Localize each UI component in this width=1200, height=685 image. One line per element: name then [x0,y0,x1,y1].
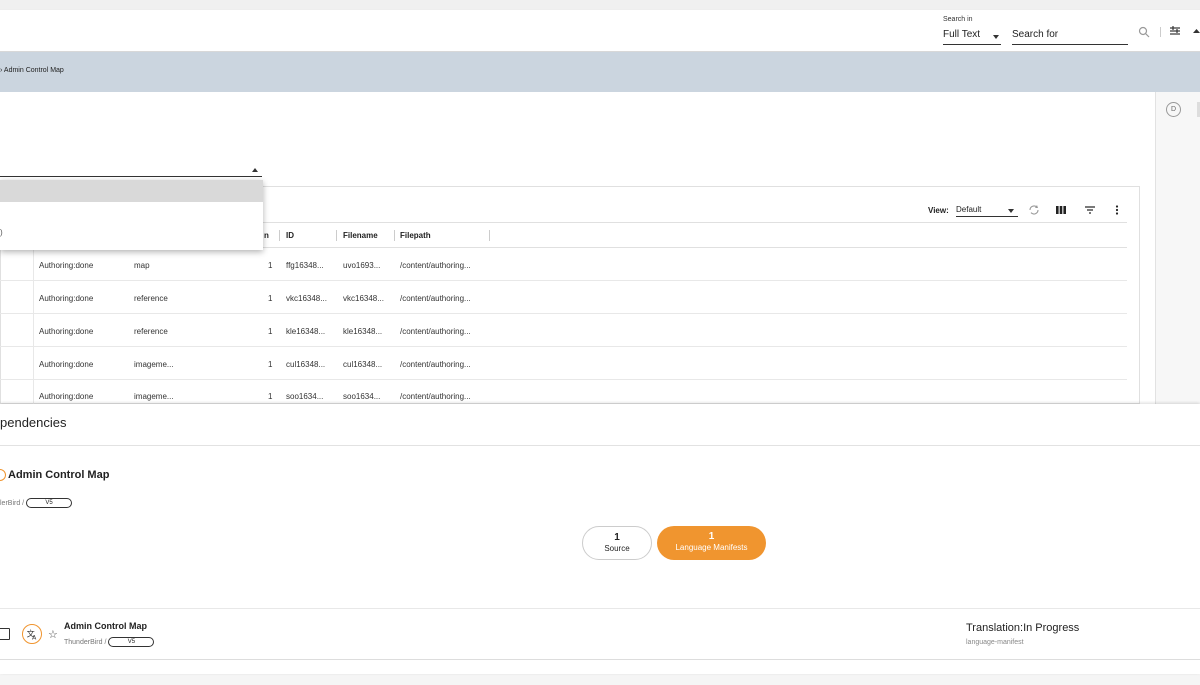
divider [0,659,1200,660]
search-mode-value: Full Text [943,29,981,40]
dropdown-item-selected[interactable] [0,180,263,202]
row-number: 1 [268,261,273,270]
result-type: language-manifest [966,639,1024,646]
version-badge: V5 [26,498,73,508]
result-project: ThunderBird / [64,638,107,646]
result-checkbox[interactable] [0,628,10,640]
search-in-label: Search in [943,16,973,23]
row-filename: uvo1693... [343,261,381,270]
column-divider [336,230,337,241]
row-id: cul16348... [286,360,326,369]
row-number: 1 [268,360,273,369]
map-subtitle: lerBird / V5 [0,498,73,508]
column-divider [489,230,490,241]
view-value: Default [956,205,982,214]
search-mode-select[interactable]: Full Text [943,29,1001,45]
column-divider [394,230,395,241]
column-header-filename[interactable]: Filename [343,231,378,240]
row-type: imageme... [134,392,174,401]
row-number: 1 [268,294,273,303]
chevron-up-icon[interactable] [252,168,258,172]
divider [0,608,1200,609]
star-icon[interactable]: ☆ [48,628,58,641]
row-status: Authoring:done [39,360,94,369]
toolbar-divider [1160,27,1161,37]
row-type: reference [134,327,168,336]
source-count-button[interactable]: 1 Source [582,526,652,560]
translate-icon: 文A [22,624,42,644]
view-select[interactable]: Default [956,205,1018,217]
row-status: Authoring:done [39,261,94,270]
d-badge-button[interactable]: D [1166,102,1181,117]
source-count: 1 [614,532,620,543]
search-input[interactable]: Search for [1012,29,1128,45]
sync-icon[interactable] [1028,204,1040,216]
breadcrumb-current[interactable]: Admin Control Map [4,67,64,74]
divider [0,445,1200,446]
chevron-right-icon: › [0,67,3,74]
column-header-n[interactable]: n [264,231,269,240]
language-manifests-button[interactable]: 1 Language Manifests [657,526,766,560]
row-filepath: /content/authoring... [400,360,471,369]
chevron-down-icon [1008,209,1014,213]
map-title: Admin Control Map [8,469,110,481]
table-row[interactable] [0,314,1127,347]
more-vert-icon[interactable] [1111,204,1123,216]
select-underline[interactable] [0,176,262,177]
row-type: reference [134,294,168,303]
dropdown-item[interactable]: ) [0,228,3,237]
row-status: Authoring:done [39,294,94,303]
row-filepath: /content/authoring... [400,294,471,303]
table-row[interactable] [0,281,1127,314]
row-type: map [134,261,150,270]
view-label: View: [928,206,949,215]
result-title[interactable]: Admin Control Map [64,621,147,631]
svg-text:A: A [32,634,37,641]
right-rail [1155,92,1200,404]
breadcrumb-bar [0,52,1200,92]
chevron-down-icon [993,35,999,39]
row-status: Authoring:done [39,327,94,336]
row-filename: kle16348... [343,327,383,336]
row-number: 1 [268,392,273,401]
row-id: ffg16348... [286,261,324,270]
row-filename: vkc16348... [343,294,384,303]
filter-icon[interactable] [1084,204,1096,216]
row-type: imageme... [134,360,174,369]
row-filepath: /content/authoring... [400,327,471,336]
row-id: soo1634... [286,392,324,401]
row-filepath: /content/authoring... [400,392,471,401]
row-filepath: /content/authoring... [400,261,471,270]
source-label: Source [604,544,630,553]
language-manifests-label: Language Manifests [675,543,748,552]
arrow-up-icon[interactable] [1193,27,1200,37]
map-project: lerBird / [0,499,25,507]
version-badge: V5 [108,637,155,647]
top-strip [0,0,1200,10]
column-header-filepath[interactable]: Filepath [400,231,431,240]
result-subtitle: ThunderBird / V5 [64,637,155,647]
columns-icon[interactable] [1055,204,1067,216]
result-status: Translation:In Progress [966,622,1080,634]
column-header-id[interactable]: ID [286,231,294,240]
row-filename: soo1634... [343,392,381,401]
language-manifests-count: 1 [708,531,715,542]
search-icon[interactable] [1138,26,1150,38]
column-divider [279,230,280,241]
table-row[interactable] [0,248,1127,281]
row-status: Authoring:done [39,392,94,401]
row-number: 1 [268,327,273,336]
row-id: vkc16348... [286,294,327,303]
row-filename: cul16348... [343,360,383,369]
breadcrumb: › Admin Control Map [0,67,64,74]
dependencies-title: pendencies [0,415,67,430]
row-id: kle16348... [286,327,326,336]
filter-settings-icon[interactable] [1169,25,1181,37]
